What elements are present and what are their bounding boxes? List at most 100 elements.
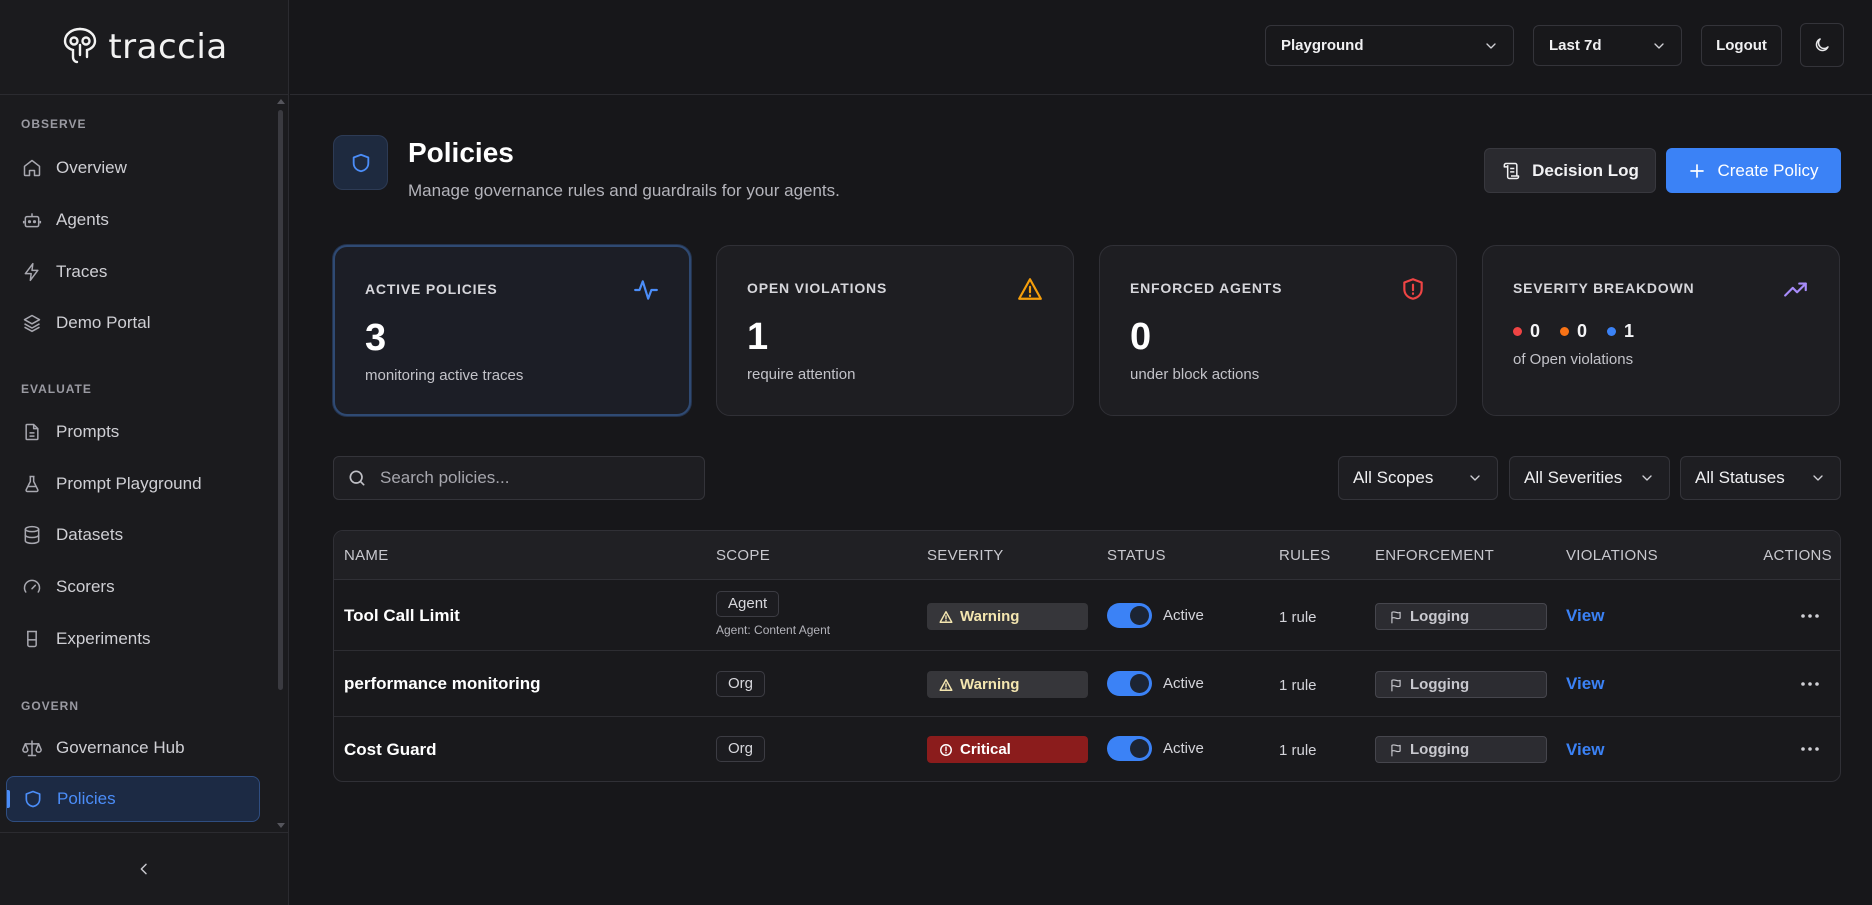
sidebar-item-experiments[interactable]: Experiments (6, 616, 260, 662)
view-violations-link[interactable]: View (1566, 606, 1604, 626)
severity-badge: Warning (927, 603, 1088, 630)
create-policy-button[interactable]: Create Policy (1666, 148, 1841, 193)
stat-card-active-policies[interactable]: ACTIVE POLICIES 3 monitoring active trac… (333, 245, 691, 416)
sidebar-item-governance-hub[interactable]: Governance Hub (6, 725, 260, 771)
activity-icon (634, 280, 658, 300)
column-header-name[interactable]: NAME (344, 531, 389, 580)
scale-icon (22, 740, 42, 757)
scroll-up-icon[interactable] (277, 99, 285, 104)
decision-log-button[interactable]: Decision Log (1484, 148, 1656, 193)
status-toggle[interactable] (1107, 603, 1152, 628)
column-header-rules[interactable]: RULES (1279, 531, 1331, 580)
column-header-violations[interactable]: VIOLATIONS (1566, 531, 1658, 580)
sidebar-item-traces[interactable]: Traces (6, 249, 260, 295)
chevron-down-icon (1813, 475, 1823, 481)
shield-alert-icon (1403, 278, 1423, 300)
chevron-down-icon (1470, 475, 1480, 481)
sidebar-item-prompt-playground[interactable]: Prompt Playground (6, 461, 260, 507)
severity-filter-value: All Severities (1524, 468, 1623, 487)
stat-subtext: monitoring active traces (365, 367, 524, 384)
project-select[interactable]: Playground (1265, 25, 1514, 66)
sidebar-item-scorers[interactable]: Scorers (6, 564, 260, 610)
flag-icon (1391, 678, 1401, 691)
row-actions-button[interactable] (1800, 746, 1820, 752)
severity-label: Critical (960, 741, 1011, 758)
database-icon (24, 525, 40, 545)
column-header-severity[interactable]: SEVERITY (927, 531, 1004, 580)
stat-card-enforced-agents[interactable]: ENFORCED AGENTS 0 under block actions (1099, 245, 1457, 416)
rules-count: 1 rule (1279, 677, 1317, 694)
logout-button[interactable]: Logout (1701, 25, 1782, 66)
column-header-scope[interactable]: SCOPE (716, 531, 770, 580)
stat-card-severity-breakdown[interactable]: SEVERITY BREAKDOWN 0 0 1 of Open violati… (1482, 245, 1840, 416)
severity-label: Warning (960, 608, 1020, 625)
scope-cell: Agent Agent: Content Agent (716, 591, 830, 637)
section-label-observe: OBSERVE (21, 117, 87, 131)
stat-label: SEVERITY BREAKDOWN (1513, 280, 1695, 296)
chevron-down-icon (1642, 475, 1652, 481)
status-label: Active (1163, 740, 1204, 757)
more-horizontal-icon (1801, 614, 1819, 618)
search-icon (349, 470, 365, 486)
column-header-status[interactable]: STATUS (1107, 531, 1166, 580)
sidebar-item-demo-portal[interactable]: Demo Portal (6, 300, 260, 346)
status-toggle[interactable] (1107, 736, 1152, 761)
view-violations-link[interactable]: View (1566, 740, 1604, 760)
bot-icon (22, 213, 42, 228)
sidebar-item-label: Prompts (56, 422, 120, 441)
search-input[interactable] (380, 468, 680, 488)
theme-toggle-button[interactable] (1800, 23, 1844, 67)
shield-icon (352, 153, 369, 172)
column-header-actions: ACTIONS (1763, 547, 1832, 564)
range-select[interactable]: Last 7d (1533, 25, 1682, 66)
policy-name[interactable]: performance monitoring (344, 674, 540, 694)
scope-detail: Agent: Content Agent (716, 623, 831, 637)
stat-card-open-violations[interactable]: OPEN VIOLATIONS 1 require attention (716, 245, 1074, 416)
sidebar-scrollbar[interactable] (278, 110, 283, 690)
sidebar-item-policies[interactable]: Policies (6, 776, 260, 822)
top-bar: Playground Last 7d Logout (290, 0, 1872, 95)
sidebar-item-overview[interactable]: Overview (6, 145, 260, 191)
table-row[interactable]: performance monitoring Org Warning Activ… (334, 652, 1840, 717)
traccia-logo-icon (64, 27, 97, 64)
range-select-value: Last 7d (1549, 37, 1602, 54)
sidebar-item-label: Prompt Playground (56, 474, 202, 493)
severity-filter[interactable]: All Severities (1509, 456, 1670, 500)
scroll-icon (1503, 162, 1520, 179)
logo[interactable]: traccia (0, 0, 288, 95)
zap-icon (24, 262, 39, 282)
stat-subtext: under block actions (1130, 366, 1260, 383)
status-toggle[interactable] (1107, 671, 1152, 696)
collapse-sidebar-button[interactable] (0, 832, 288, 905)
flag-icon (1391, 610, 1401, 623)
view-violations-link[interactable]: View (1566, 674, 1604, 694)
column-header-enforcement[interactable]: ENFORCEMENT (1375, 531, 1494, 580)
table-row[interactable]: Tool Call Limit Agent Agent: Content Age… (334, 581, 1840, 651)
scope-chip: Org (716, 736, 766, 762)
sidebar-item-prompts[interactable]: Prompts (6, 409, 260, 455)
enforcement-label: Logging (1410, 676, 1470, 693)
gauge-icon (23, 579, 41, 593)
rules-count: 1 rule (1279, 609, 1317, 626)
row-actions-button[interactable] (1800, 613, 1820, 619)
scroll-down-icon[interactable] (277, 823, 285, 828)
sidebar-item-label: Datasets (56, 525, 124, 544)
policy-name[interactable]: Cost Guard (344, 740, 437, 760)
table-row[interactable]: Cost Guard Org Critical Active 1 rule Lo… (334, 718, 1840, 781)
sidebar-item-label: Traces (56, 262, 108, 281)
sidebar-item-agents[interactable]: Agents (6, 197, 260, 243)
flask-icon (25, 475, 39, 493)
sidebar-item-label: Experiments (56, 629, 151, 648)
sidebar-item-datasets[interactable]: Datasets (6, 512, 260, 558)
status-label: Active (1163, 607, 1204, 624)
search-box[interactable] (333, 456, 705, 500)
status-filter[interactable]: All Statuses (1680, 456, 1841, 500)
scope-chip: Agent (716, 591, 780, 617)
policy-name[interactable]: Tool Call Limit (344, 606, 460, 626)
section-label-govern: GOVERN (21, 699, 80, 713)
decision-log-label: Decision Log (1532, 160, 1639, 180)
sidebar-item-label: Scorers (56, 577, 115, 596)
scope-filter[interactable]: All Scopes (1338, 456, 1498, 500)
plus-icon (1690, 163, 1705, 178)
row-actions-button[interactable] (1800, 681, 1820, 687)
